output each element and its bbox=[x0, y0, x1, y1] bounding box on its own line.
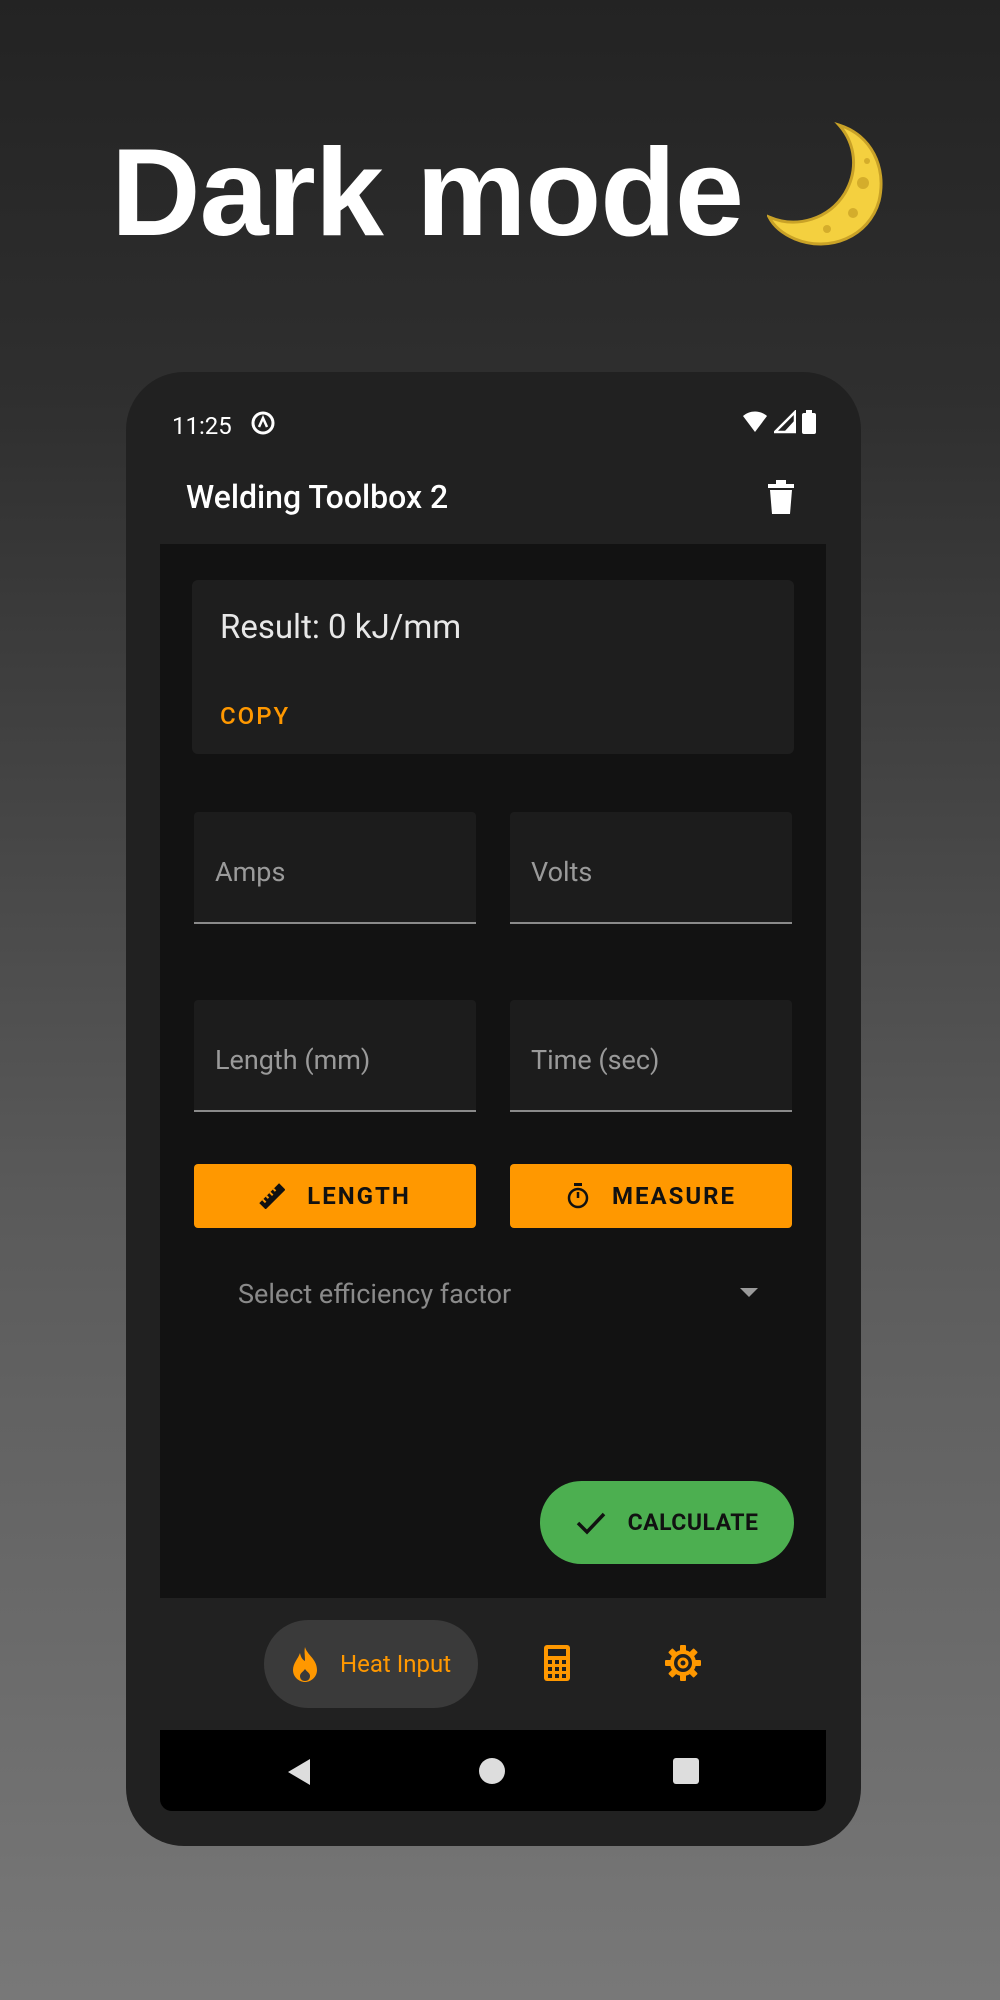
app-bar: Welding Toolbox 2 bbox=[160, 448, 826, 544]
copy-button[interactable]: COPY bbox=[220, 702, 290, 730]
status-time: 11:25 bbox=[172, 412, 232, 440]
length-placeholder: Length (mm) bbox=[215, 1044, 371, 1076]
ruler-icon bbox=[259, 1183, 286, 1209]
time-placeholder: Time (sec) bbox=[531, 1044, 660, 1076]
time-field[interactable]: Time (sec) bbox=[510, 1000, 792, 1112]
nav-item-heat-input-label: Heat Input bbox=[340, 1650, 452, 1678]
app-title: Welding Toolbox 2 bbox=[186, 478, 449, 516]
status-bar: 11:25 bbox=[160, 398, 826, 448]
app-screen: 11:25 Welding Toolbox 2 Result: 0 kJ/mm … bbox=[160, 398, 826, 1811]
result-card: Result: 0 kJ/mm COPY bbox=[192, 580, 794, 754]
efficiency-select[interactable]: Select efficiency factor bbox=[238, 1264, 758, 1324]
phone-frame: 11:25 Welding Toolbox 2 Result: 0 kJ/mm … bbox=[126, 372, 861, 1846]
promo-headline: Dark mode bbox=[0, 118, 1000, 284]
signal-icon bbox=[774, 410, 796, 434]
flame-icon bbox=[293, 1647, 317, 1682]
volts-field[interactable]: Volts bbox=[510, 812, 792, 924]
system-icons bbox=[742, 410, 816, 434]
data-saver-icon bbox=[250, 410, 276, 440]
volts-placeholder: Volts bbox=[531, 856, 593, 888]
settings-gear-icon[interactable] bbox=[664, 1644, 702, 1686]
amps-placeholder: Amps bbox=[215, 856, 286, 888]
stopwatch-icon bbox=[567, 1183, 589, 1209]
measure-button[interactable]: MEASURE bbox=[510, 1164, 792, 1228]
wifi-icon bbox=[743, 411, 767, 432]
length-button-label: LENGTH bbox=[307, 1182, 411, 1210]
back-icon[interactable] bbox=[286, 1758, 312, 1786]
length-field[interactable]: Length (mm) bbox=[194, 1000, 476, 1112]
delete-icon[interactable] bbox=[768, 480, 794, 518]
amps-field[interactable]: Amps bbox=[194, 812, 476, 924]
bottom-navigation: Heat Input bbox=[160, 1598, 826, 1730]
efficiency-placeholder: Select efficiency factor bbox=[238, 1278, 512, 1310]
length-button[interactable]: LENGTH bbox=[194, 1164, 476, 1228]
dropdown-arrow-icon bbox=[740, 1288, 758, 1297]
system-navigation-bar bbox=[160, 1730, 826, 1811]
calculate-button[interactable]: CALCULATE bbox=[540, 1481, 794, 1564]
nav-item-heat-input[interactable]: Heat Input bbox=[264, 1620, 478, 1708]
measure-button-label: MEASURE bbox=[611, 1182, 737, 1210]
calculator-icon[interactable] bbox=[543, 1644, 571, 1686]
crescent-moon-icon bbox=[765, 121, 889, 284]
home-icon[interactable] bbox=[479, 1758, 505, 1784]
calculate-button-label: CALCULATE bbox=[627, 1509, 759, 1536]
check-icon bbox=[576, 1512, 605, 1535]
battery-icon bbox=[802, 410, 816, 434]
result-text: Result: 0 kJ/mm bbox=[220, 608, 462, 647]
recents-icon[interactable] bbox=[673, 1758, 699, 1784]
headline-text: Dark mode bbox=[111, 124, 744, 262]
